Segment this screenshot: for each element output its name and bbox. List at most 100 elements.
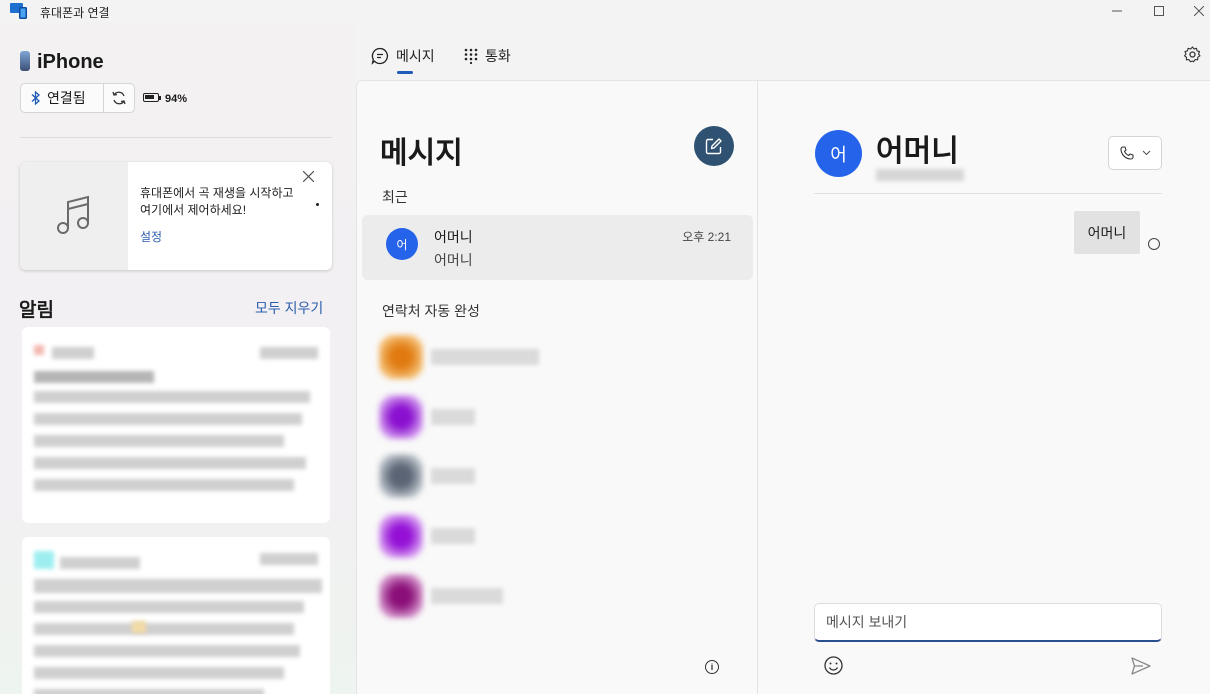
close-window-button[interactable]: [1181, 0, 1210, 22]
notification-card[interactable]: [22, 537, 330, 694]
battery-tip: [159, 96, 161, 100]
contact-avatar: [379, 574, 423, 618]
notification-line: [34, 435, 284, 447]
notification-line: [34, 667, 284, 679]
contact-suggestion[interactable]: [379, 514, 549, 558]
connection-status-button[interactable]: 연결됨: [20, 83, 104, 113]
notification-line: [34, 623, 294, 635]
message-input[interactable]: 메시지 보내기: [814, 603, 1162, 642]
bluetooth-icon: [31, 91, 40, 105]
refresh-button[interactable]: [103, 83, 135, 113]
contact-suggestion[interactable]: [379, 574, 549, 618]
media-settings-link[interactable]: 설정: [140, 228, 162, 245]
notification-emoji: [132, 621, 146, 633]
contact-suggestion[interactable]: [379, 335, 549, 379]
connection-label: 연결됨: [47, 90, 86, 106]
outgoing-message-bubble[interactable]: 어머니: [1074, 211, 1140, 254]
avatar: 어: [386, 228, 418, 260]
new-message-button[interactable]: [694, 126, 734, 166]
notification-app-icon: [34, 345, 44, 355]
top-tabs: 메시지 통화: [356, 22, 1210, 80]
notification-line: [34, 391, 310, 403]
dialpad-icon: [464, 48, 478, 64]
conversation-panel: 어 어머니 어머니 메시지 보내기: [758, 80, 1210, 694]
send-button[interactable]: [1131, 657, 1151, 680]
notification-time: [260, 347, 318, 359]
info-icon[interactable]: i: [705, 660, 719, 674]
messages-title: 메시지: [380, 137, 463, 170]
media-art: [20, 162, 128, 270]
notification-app-icon: [34, 551, 54, 569]
gear-icon: [1183, 46, 1201, 63]
battery-level: 94%: [165, 93, 188, 105]
call-button[interactable]: [1108, 136, 1162, 170]
notifications-title: 알림: [19, 300, 54, 321]
notification-line: [34, 645, 300, 657]
contact-suggestion[interactable]: [379, 454, 549, 498]
media-control-card: 휴대폰에서 곡 재생을 시작하고 여기에서 제어하세요! 설정: [20, 162, 332, 270]
maximize-button[interactable]: [1141, 0, 1177, 22]
divider: [814, 193, 1162, 194]
battery-icon: [143, 93, 159, 102]
conversation-name: 어머니: [434, 229, 473, 245]
messages-panel: 메시지 최근 어 어머니 어머니 오후 2:21 연락처 자동 완성 i: [356, 80, 758, 694]
minimize-icon: [1112, 10, 1122, 12]
message-icon: [371, 47, 389, 65]
send-icon: [1131, 657, 1151, 675]
close-icon: [302, 170, 315, 183]
tab-label: 메시지: [396, 48, 435, 64]
media-card-text: 휴대폰에서 곡 재생을 시작하고 여기에서 제어하세요!: [140, 186, 294, 217]
contact-avatar: [379, 454, 423, 498]
autocomplete-label: 연락처 자동 완성: [382, 303, 480, 319]
notification-time: [260, 553, 318, 565]
music-note-icon: [57, 195, 89, 234]
maximize-icon: [1154, 6, 1164, 16]
emoji-icon: [824, 656, 843, 675]
tab-messages[interactable]: 메시지: [371, 46, 435, 66]
device-name: iPhone: [37, 51, 104, 73]
contact-number: [876, 169, 964, 181]
notification-app-name: [60, 557, 140, 569]
minimize-button[interactable]: [1099, 0, 1135, 22]
title-bar: 휴대폰과 연결: [0, 0, 1210, 22]
notification-line: [34, 457, 306, 469]
conversation-item[interactable]: 어 어머니 어머니 오후 2:21: [362, 215, 753, 280]
refresh-icon: [112, 91, 126, 105]
clear-all-button[interactable]: 모두 지우기: [255, 298, 323, 318]
contact-avatar: 어: [815, 130, 862, 177]
notification-line: [34, 601, 304, 613]
contact-avatar: [379, 395, 423, 439]
device-panel: iPhone 연결됨 94% 휴대폰에서 곡 재생을 시작하고 여기에서 제어하…: [0, 22, 356, 694]
contact-name: [431, 528, 475, 544]
phone-link-logo-icon: [10, 3, 27, 19]
tab-label: 통화: [485, 48, 511, 64]
emoji-button[interactable]: [824, 656, 843, 680]
divider: [20, 137, 332, 138]
notification-line: [34, 689, 264, 694]
chevron-down-icon: [1142, 150, 1150, 156]
message-status-icon: [1148, 238, 1160, 250]
settings-button[interactable]: [1183, 46, 1201, 68]
media-card-close-button[interactable]: [302, 169, 315, 186]
iphone-icon: [20, 51, 30, 71]
notification-line: [34, 413, 302, 425]
notification-card[interactable]: [22, 327, 330, 523]
window-title: 휴대폰과 연결: [40, 6, 110, 20]
contact-avatar: [379, 335, 423, 379]
phone-icon: [1119, 146, 1134, 160]
notification-line: [34, 579, 322, 593]
notification-sender: [34, 371, 154, 383]
contact-name: [431, 409, 475, 425]
conversation-preview: 어머니: [434, 252, 473, 268]
notification-app-name: [52, 347, 94, 359]
compose-icon: [705, 138, 722, 155]
tab-calls[interactable]: 통화: [464, 46, 511, 66]
notification-line: [34, 479, 294, 491]
contact-avatar: [379, 514, 423, 558]
contact-name: [431, 349, 539, 365]
contact-name: [431, 588, 503, 604]
recent-label: 최근: [382, 189, 408, 205]
conversation-title: 어머니: [876, 135, 959, 168]
contact-suggestion[interactable]: [379, 395, 549, 439]
active-tab-indicator: [397, 71, 413, 74]
